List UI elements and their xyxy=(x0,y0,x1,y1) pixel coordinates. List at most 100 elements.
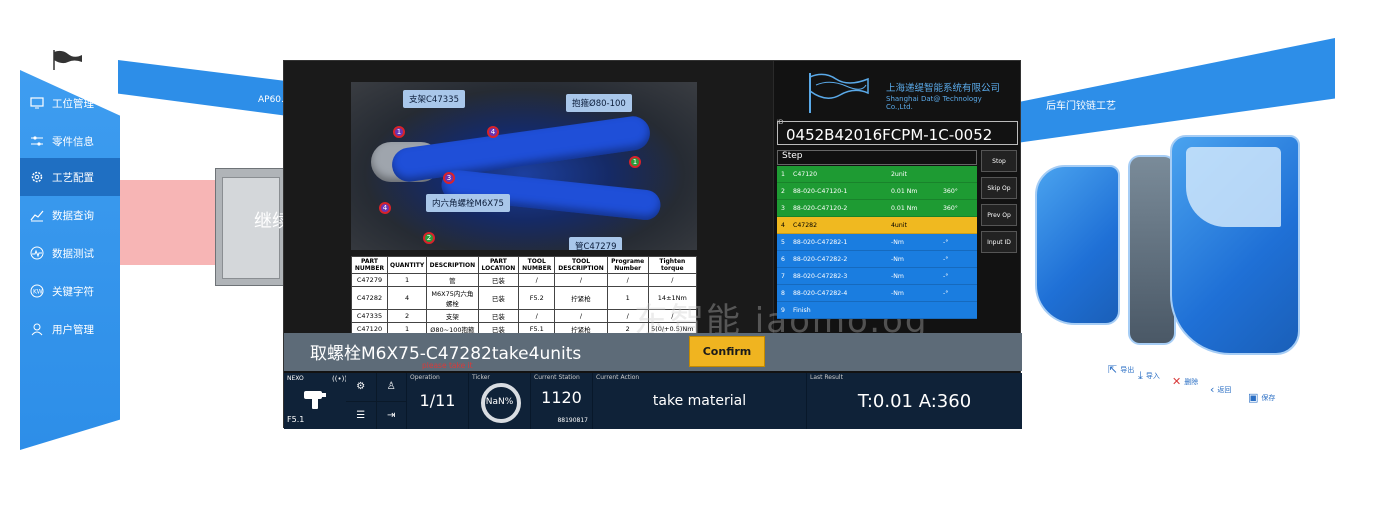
user-button[interactable]: ♙ xyxy=(376,373,406,401)
step-row-current[interactable]: 4 C47282 4unit xyxy=(777,217,977,234)
database-button[interactable]: ☰ xyxy=(346,401,376,429)
chart-icon xyxy=(30,210,44,222)
table-cell: 管 xyxy=(426,273,479,287)
table-cell: / xyxy=(554,273,608,287)
callout-bracket: 支架C47335 xyxy=(403,90,465,108)
skip-op-button[interactable]: Skip Op xyxy=(981,177,1017,199)
export-button[interactable]: ⇱ 导出 xyxy=(1108,363,1134,376)
table-cell: 1 xyxy=(386,273,428,287)
action-label: Current Action xyxy=(596,374,640,381)
user-icon xyxy=(31,323,43,336)
callout-pipe: 管C47279 xyxy=(569,237,623,250)
monitor-icon xyxy=(30,97,44,109)
logout-icon: ⇥ xyxy=(387,409,396,421)
door-frame-image xyxy=(1128,155,1176,345)
step-row[interactable]: 5 88-020-C47282-1 -Nm -° xyxy=(777,234,977,251)
column-header: Tighten torque xyxy=(647,256,698,274)
marker-2: 2 xyxy=(423,232,435,244)
sidebar-item-keyword[interactable]: KW 关键字符 xyxy=(30,272,120,310)
settings-button[interactable]: ⚙ xyxy=(346,373,376,401)
step-row[interactable]: 8 88-020-C47282-4 -Nm -° xyxy=(777,285,977,302)
database-icon: ☰ xyxy=(356,409,366,421)
table-cell: / xyxy=(606,273,649,287)
export-icon: ⇱ xyxy=(1108,363,1118,376)
table-header-row: PART NUMBER QUANTITY DESCRIPTION PART LO… xyxy=(351,256,698,274)
operation-label: Operation xyxy=(410,374,440,381)
ticker-cell: Ticker NaN% xyxy=(468,373,530,429)
save-icon: ▣ xyxy=(1248,391,1259,404)
ticker-label: Ticker xyxy=(472,374,490,381)
prev-op-button[interactable]: Prev Op xyxy=(981,204,1017,226)
marker-3: 3 xyxy=(443,172,455,184)
operation-cell: Operation 1/11 xyxy=(406,373,468,429)
sidebar-item-process-config[interactable]: 工艺配置 xyxy=(20,158,120,196)
action-value: take material xyxy=(652,393,747,409)
right-header-banner xyxy=(1020,38,1335,143)
step-row[interactable]: 3 88-020-C47120-2 0.01 Nm 360° xyxy=(777,200,977,217)
sidebar-item-data-test[interactable]: 数据测试 xyxy=(30,234,120,272)
back-button[interactable]: ‹ 返回 xyxy=(1210,383,1231,396)
step-row[interactable]: 2 88-020-C47120-1 0.01 Nm 360° xyxy=(777,183,977,200)
left-admin-panel: 工位管理 零件信息 工艺配置 数据查询 数据测试 KW 关键字符 用户管理 AP… xyxy=(0,0,320,515)
table-cell: 2 xyxy=(386,309,428,323)
user-icon: ♙ xyxy=(386,381,396,393)
company-name-en: Shanghai Dat@ Technology Co.,Ltd. xyxy=(886,95,982,111)
step-row[interactable]: 6 88-020-C47282-2 -Nm -° xyxy=(777,251,977,268)
input-id-button[interactable]: Input ID xyxy=(981,231,1017,253)
confirm-button[interactable]: Confirm xyxy=(689,336,765,367)
station-sub: 88190817 xyxy=(557,417,588,424)
logout-button[interactable]: ⇥ xyxy=(376,401,406,429)
result-label: Last Result xyxy=(810,374,843,381)
action-cell: Current Action take material xyxy=(592,373,806,429)
result-cell: Last Result T:0.01 A:360 xyxy=(806,373,1022,429)
step-row[interactable]: 1 C47120 2unit xyxy=(777,166,977,183)
table-cell: F5.2 xyxy=(518,286,556,310)
company-name-cn: 上海递缇智能系统有限公司 xyxy=(886,83,1001,94)
import-icon: ⤓ xyxy=(1138,369,1143,382)
save-button[interactable]: ▣ 保存 xyxy=(1248,391,1275,404)
sidebar-item-label: 关键字符 xyxy=(52,285,94,298)
sidebar-item-users[interactable]: 用户管理 xyxy=(30,310,120,348)
table-cell: C47335 xyxy=(351,309,388,323)
table-cell: 4 xyxy=(386,286,428,310)
step-row[interactable]: 7 88-020-C47282-3 -Nm -° xyxy=(777,268,977,285)
ticker-value: NaN% xyxy=(485,397,514,407)
table-cell: 已装 xyxy=(477,309,520,323)
table-cell: 支架 xyxy=(426,309,479,323)
right-banner-text: 后车门铰链工艺 xyxy=(1046,101,1116,112)
assembly-photo: 支架C47335 抱箍Ø80-100 内六角螺栓M6X75 管C47279 1 … xyxy=(351,82,697,250)
table-cell: C47279 xyxy=(351,273,388,287)
delete-button[interactable]: ✕ 删除 xyxy=(1172,375,1198,388)
table-cell: / xyxy=(518,309,556,323)
sidebar-item-station[interactable]: 工位管理 xyxy=(30,84,120,122)
import-button[interactable]: ⤓ 导入 xyxy=(1138,369,1160,383)
station-cell: Current Station 1120 88190817 xyxy=(530,373,592,429)
marker-4: 4 xyxy=(487,126,499,138)
hint-text: please take it xyxy=(422,361,473,370)
sidebar-item-label: 数据查询 xyxy=(52,209,94,222)
flag-logo-icon xyxy=(809,73,869,113)
table-cell: / xyxy=(554,309,608,323)
tool-name: NEXO xyxy=(287,375,304,382)
marker-4b: 4 xyxy=(379,202,391,214)
gears-icon: ⚙ xyxy=(356,381,366,393)
instruction-bar: 取螺栓M6X75-C47282take4units Confirm xyxy=(284,333,1022,371)
nutrunner-icon xyxy=(304,391,326,409)
flag-logo-icon xyxy=(53,50,82,70)
sidebar-item-parts[interactable]: 零件信息 xyxy=(30,122,120,160)
sidebar-item-data-query[interactable]: 数据查询 xyxy=(30,196,120,234)
operation-value: 1/11 xyxy=(419,391,456,410)
column-header: QUANTITY xyxy=(386,256,428,274)
gear-icon xyxy=(31,171,43,183)
back-icon: ‹ xyxy=(1210,383,1215,396)
table-cell: 拧紧枪 xyxy=(554,286,608,310)
delete-icon: ✕ xyxy=(1172,375,1182,388)
table-row: C47279 1 管已装 / / / / xyxy=(351,273,698,287)
column-header: TOOL NUMBER xyxy=(518,256,556,274)
stop-button[interactable]: Stop xyxy=(981,150,1017,172)
id-field[interactable]: 0452B42016FCPM-1C-0052 xyxy=(777,121,1018,145)
sidebar-item-label: 零件信息 xyxy=(52,135,94,148)
step-row-finish[interactable]: 9 Finish xyxy=(777,302,977,319)
sidebar-item-label: 工艺配置 xyxy=(52,171,94,184)
station-value: 1120 xyxy=(541,388,582,407)
